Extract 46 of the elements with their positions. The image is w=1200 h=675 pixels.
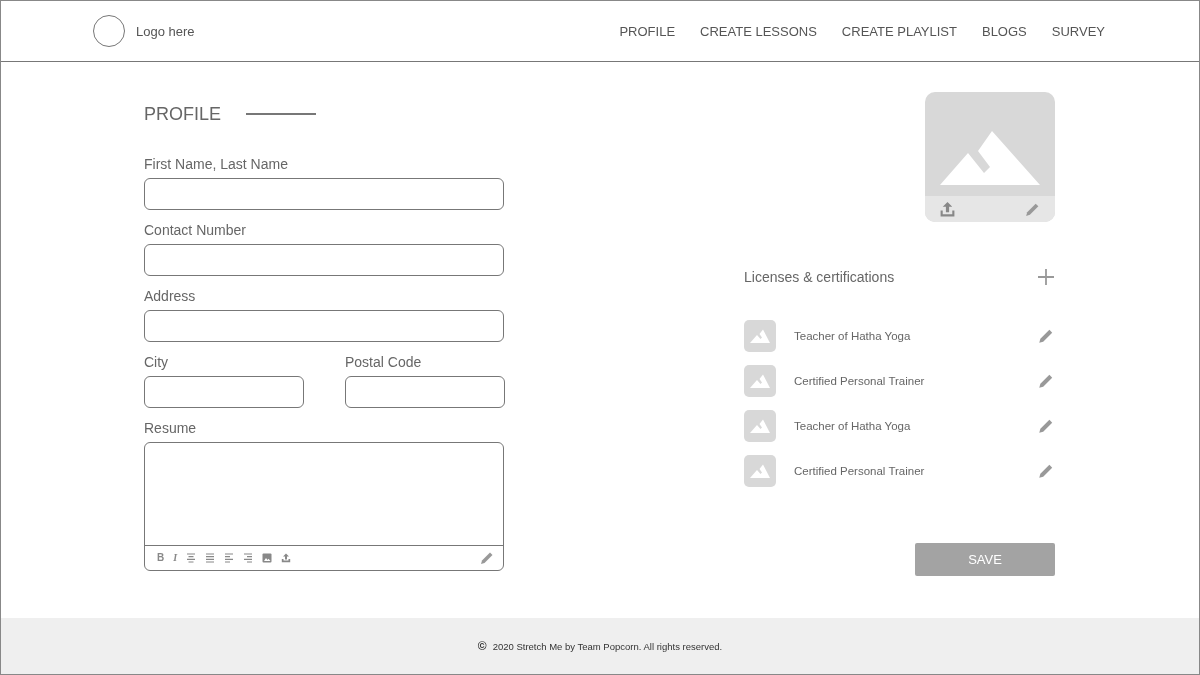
image-thumbnail-icon [744,455,776,487]
certification-name: Certified Personal Trainer [794,465,926,477]
section-title: Licenses & certifications [744,269,895,285]
upload-icon[interactable] [281,553,292,563]
add-icon[interactable] [1037,268,1055,286]
pencil-icon[interactable] [1037,462,1055,480]
image-thumbnail-icon [744,410,776,442]
nav-link[interactable]: CREATE LESSONS [700,23,817,39]
title-underline [246,113,317,115]
align-left-icon[interactable] [224,553,235,563]
input-field[interactable] [144,310,504,342]
pencil-icon[interactable] [1037,327,1055,345]
pencil-icon[interactable] [1037,372,1055,390]
copyright-symbol: © [477,639,487,653]
input-field[interactable] [345,376,505,408]
field-label: Contact Number [144,222,247,238]
pencil-icon[interactable] [1037,417,1055,435]
page-title: PROFILE [144,103,222,126]
nav-link[interactable]: CREATE PLAYLIST [841,23,957,39]
image-thumbnail-icon [744,320,776,352]
nav-link[interactable]: PROFILE [619,23,676,39]
resume-editor[interactable]: B I [144,442,504,571]
certification-name: Teacher of Hatha Yoga [794,420,912,432]
pencil-icon[interactable] [479,550,495,566]
align-right-icon[interactable] [243,553,254,563]
certification-name: Teacher of Hatha Yoga [794,330,912,342]
nav-link[interactable]: SURVEY [1051,23,1105,39]
input-field[interactable] [144,376,304,408]
logo-text: Logo here [136,23,195,39]
field-label: City [144,354,170,370]
justify-icon[interactable] [205,553,216,563]
field-label: Postal Code [345,354,423,370]
field-label: Address [144,288,197,304]
input-field[interactable] [144,178,504,210]
nav-link[interactable]: BLOGS [981,23,1027,39]
field-label: First Name, Last Name [144,156,289,172]
field-label: Resume [144,420,198,436]
italic-button[interactable]: I [173,553,178,563]
image-icon[interactable] [262,553,273,563]
image-thumbnail-icon [744,365,776,397]
bold-button[interactable]: B [157,553,165,563]
certification-name: Certified Personal Trainer [794,375,926,387]
upload-icon[interactable] [939,200,956,218]
align-center-icon[interactable] [186,553,197,563]
input-field[interactable] [144,244,504,276]
copyright-text: 2020 Stretch Me by Team Popcorn. All rights reserved. [492,640,723,652]
